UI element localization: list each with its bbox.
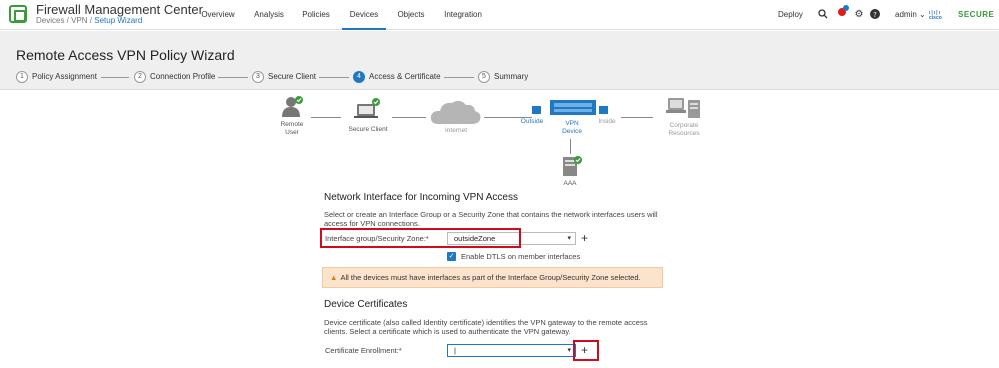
- step-connector: [319, 77, 349, 78]
- nav-objects[interactable]: Objects: [392, 0, 430, 30]
- page-title: Remote Access VPN Policy Wizard: [16, 47, 235, 63]
- corporate-resources-icon: [666, 98, 700, 118]
- network-interface-description: Select or create an Interface Group or a…: [324, 210, 658, 228]
- internet-label: Internet: [444, 127, 468, 134]
- inside-interface-icon: [599, 106, 608, 114]
- step-number: 1: [16, 71, 28, 83]
- vpn-device-icon: [550, 100, 596, 115]
- breadcrumb: Devices / VPN / Setup Wizard: [36, 16, 142, 25]
- svg-text:?: ?: [873, 11, 877, 19]
- step-number: 5: [478, 71, 490, 83]
- certificate-enrollment-value: |: [454, 346, 456, 355]
- step-label: Policy Assignment: [32, 72, 97, 81]
- chevron-down-icon: ▾: [567, 235, 571, 242]
- network-interface-title: Network Interface for Incoming VPN Acces…: [324, 192, 518, 203]
- vpn-device-label: VPN Device: [562, 120, 582, 135]
- warning-icon: ▲: [330, 273, 338, 282]
- gear-icon[interactable]: ⚙: [853, 9, 865, 21]
- step-connector: [444, 77, 474, 78]
- highlight-add-certificate: [573, 340, 599, 361]
- alerts-badge: [843, 5, 849, 11]
- highlight-interface-group: [320, 228, 521, 248]
- cisco-logo: ı|ı|ı cisco: [929, 10, 942, 21]
- step-label: Summary: [494, 72, 529, 81]
- breadcrumb-current[interactable]: Setup Wizard: [94, 16, 142, 25]
- fmc-logo-icon[interactable]: [9, 5, 27, 23]
- step-connector: [218, 77, 248, 78]
- outside-interface-icon: [532, 106, 541, 114]
- search-icon[interactable]: [817, 9, 829, 21]
- user-menu[interactable]: admin ⌄: [895, 0, 926, 30]
- certificate-enrollment-select[interactable]: | ▾: [447, 344, 576, 357]
- diagram-link: [392, 117, 426, 118]
- secure-logo: SECURE: [958, 10, 995, 19]
- step-number: 2: [134, 71, 146, 83]
- warning-text: All the devices must have interfaces as …: [340, 273, 641, 282]
- step-number: 4: [353, 71, 365, 83]
- step-secure-client[interactable]: 3 Secure Client: [252, 71, 316, 83]
- inside-label: Inside: [598, 118, 616, 125]
- help-icon[interactable]: ?: [869, 9, 881, 21]
- outside-label: Outside: [520, 118, 544, 125]
- secure-client-label: Secure Client: [348, 126, 388, 133]
- diagram-link: [621, 117, 653, 118]
- nav-devices[interactable]: Devices: [342, 0, 386, 30]
- corporate-resources-label: Corporate Resources: [668, 122, 700, 137]
- aaa-label: AAA: [563, 180, 577, 187]
- device-certificates-title: Device Certificates: [324, 299, 408, 310]
- certificate-enrollment-label: Certificate Enrollment:*: [325, 346, 402, 355]
- device-certificates-description: Device certificate (also called Identity…: [324, 318, 648, 336]
- internet-cloud-icon: [430, 100, 481, 124]
- step-label: Secure Client: [268, 72, 317, 81]
- nav-overview[interactable]: Overview: [194, 0, 242, 30]
- diagram-link: [311, 117, 341, 118]
- breadcrumb-prefix[interactable]: Devices / VPN /: [36, 16, 92, 25]
- chevron-down-icon: ▾: [567, 347, 571, 354]
- nav-policies[interactable]: Policies: [296, 0, 336, 30]
- dtls-checkbox[interactable]: ✓: [447, 252, 456, 261]
- step-connector: [101, 77, 129, 78]
- deploy-button[interactable]: Deploy: [778, 0, 803, 30]
- step-summary[interactable]: 5 Summary: [478, 71, 528, 83]
- secure-client-icon: [354, 98, 380, 118]
- step-label: Connection Profile: [150, 72, 216, 81]
- add-interface-group-button[interactable]: +: [581, 232, 588, 244]
- top-bar: Firewall Management Center Devices / VPN…: [0, 0, 999, 30]
- step-number: 3: [252, 71, 264, 83]
- remote-user-icon: [282, 96, 303, 117]
- dtls-label: Enable DTLS on member interfaces: [461, 252, 581, 261]
- step-label: Access & Certificate: [369, 72, 441, 81]
- step-access-certificate[interactable]: 4 Access & Certificate: [353, 71, 441, 83]
- nav-integration[interactable]: Integration: [438, 0, 488, 30]
- interface-warning: ▲ All the devices must have interfaces as…: [322, 267, 663, 288]
- aaa-server-icon: [563, 156, 582, 176]
- step-connection-profile[interactable]: 2 Connection Profile: [134, 71, 215, 83]
- nav-analysis[interactable]: Analysis: [248, 0, 290, 30]
- app-title: Firewall Management Center: [36, 2, 203, 17]
- remote-user-label: Remote User: [280, 121, 304, 136]
- diagram-link-vertical: [570, 139, 571, 154]
- step-policy-assignment[interactable]: 1 Policy Assignment: [16, 71, 97, 83]
